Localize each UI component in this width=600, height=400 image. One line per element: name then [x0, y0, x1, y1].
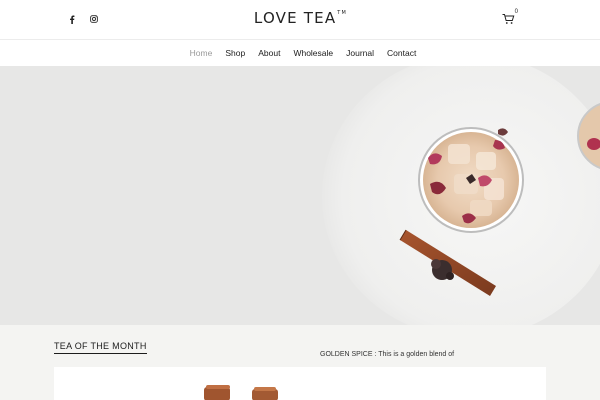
site-header: LOVE TEATM 0 [0, 0, 600, 40]
nav-item-journal[interactable]: Journal [346, 48, 374, 58]
nav-item-home[interactable]: Home [190, 48, 213, 58]
hero-banner [0, 66, 600, 325]
tea-of-the-month-section: TEA OF THE MONTH GOLDEN SPICE : This is … [0, 325, 600, 400]
hero-image [0, 66, 600, 325]
nav-item-shop[interactable]: Shop [225, 48, 245, 58]
cart-icon [502, 14, 515, 24]
nav-item-about[interactable]: About [258, 48, 280, 58]
trademark-mark: TM [337, 10, 348, 16]
iced-tea-glass [418, 127, 524, 233]
nav-item-wholesale[interactable]: Wholesale [293, 48, 333, 58]
nav-item-contact[interactable]: Contact [387, 48, 416, 58]
section-heading: TEA OF THE MONTH [54, 341, 147, 354]
main-nav: Home Shop About Wholesale Journal Contac… [0, 40, 600, 66]
cart-button[interactable]: 0 [502, 9, 518, 26]
logo-text: LOVE TEA [253, 9, 337, 27]
cart-count-badge: 0 [514, 9, 518, 15]
feature-description: GOLDEN SPICE : This is a golden blend of [320, 351, 455, 358]
feature-card [54, 367, 546, 400]
cinnamon-bundle-image [204, 385, 278, 400]
